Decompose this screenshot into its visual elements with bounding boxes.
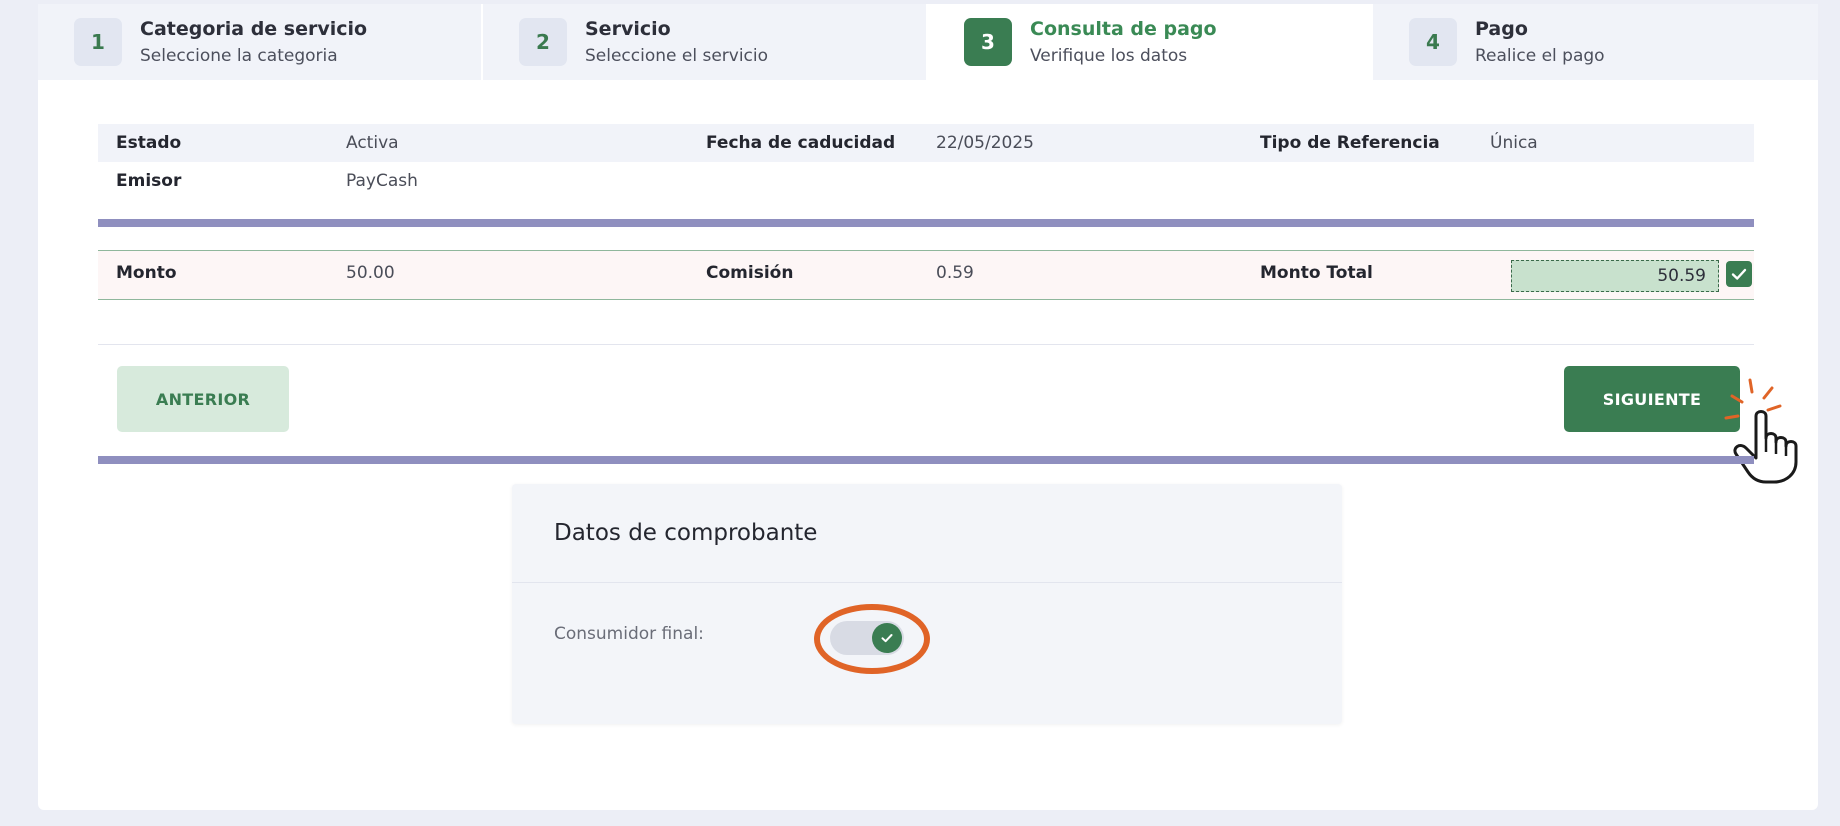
amount-row: Monto 50.00 Comisión 0.59 Monto Total 50… — [98, 250, 1754, 300]
step-servicio[interactable]: 2 Servicio Seleccione el servicio — [483, 4, 928, 80]
fecha-caducidad-label: Fecha de caducidad — [706, 133, 896, 153]
step-number: 2 — [519, 18, 567, 66]
stepper: 1 Categoria de servicio Seleccione la ca… — [38, 4, 1818, 80]
step-number: 1 — [74, 18, 122, 66]
highlight-ring — [814, 604, 930, 674]
info-row-1: Estado Activa Fecha de caducidad 22/05/2… — [98, 124, 1754, 162]
panel-separator — [512, 582, 1342, 583]
info-row-2: Emisor PayCash — [98, 162, 1754, 200]
estado-label: Estado — [116, 133, 182, 153]
step-number: 4 — [1409, 18, 1457, 66]
anterior-button[interactable]: ANTERIOR — [117, 366, 289, 432]
monto-total-label: Monto Total — [1260, 263, 1373, 283]
consumidor-final-label: Consumidor final: — [554, 624, 704, 644]
step-pago[interactable]: 4 Pago Realice el pago — [1373, 4, 1818, 80]
comision-value: 0.59 — [936, 263, 974, 283]
comprobante-title: Datos de comprobante — [554, 520, 818, 546]
siguiente-button[interactable]: SIGUIENTE — [1564, 366, 1740, 432]
section-divider — [98, 219, 1754, 227]
payment-card: 1 Categoria de servicio Seleccione la ca… — [38, 4, 1818, 810]
estado-value: Activa — [346, 133, 399, 153]
thin-divider — [98, 344, 1754, 345]
comision-label: Comisión — [706, 263, 794, 283]
monto-total-field[interactable]: 50.59 — [1511, 260, 1719, 292]
tipo-referencia-label: Tipo de Referencia — [1260, 133, 1440, 153]
monto-value: 50.00 — [346, 263, 395, 283]
section-divider-bottom — [98, 456, 1754, 464]
step-subtitle: Seleccione el servicio — [585, 46, 769, 66]
step-subtitle: Realice el pago — [1475, 46, 1605, 66]
check-icon — [1726, 261, 1752, 287]
step-title: Consulta de pago — [1030, 18, 1217, 40]
step-categoria[interactable]: 1 Categoria de servicio Seleccione la ca… — [38, 4, 483, 80]
step-title: Servicio — [585, 18, 671, 40]
step-title: Categoria de servicio — [140, 18, 368, 40]
step-number: 3 — [964, 18, 1012, 66]
hand-pointer-icon — [1724, 378, 1798, 484]
comprobante-panel: Datos de comprobante Consumidor final: — [512, 484, 1342, 724]
step-subtitle: Verifique los datos — [1030, 46, 1188, 66]
emisor-label: Emisor — [116, 171, 182, 191]
tipo-referencia-value: Única — [1490, 133, 1538, 153]
monto-label: Monto — [116, 263, 177, 283]
step-subtitle: Seleccione la categoria — [140, 46, 338, 66]
reference-info: Estado Activa Fecha de caducidad 22/05/2… — [98, 124, 1754, 200]
fecha-caducidad-value: 22/05/2025 — [936, 133, 1034, 153]
step-consulta-de-pago[interactable]: 3 Consulta de pago Verifique los datos — [928, 4, 1373, 80]
emisor-value: PayCash — [346, 171, 418, 191]
step-title: Pago — [1475, 18, 1528, 40]
